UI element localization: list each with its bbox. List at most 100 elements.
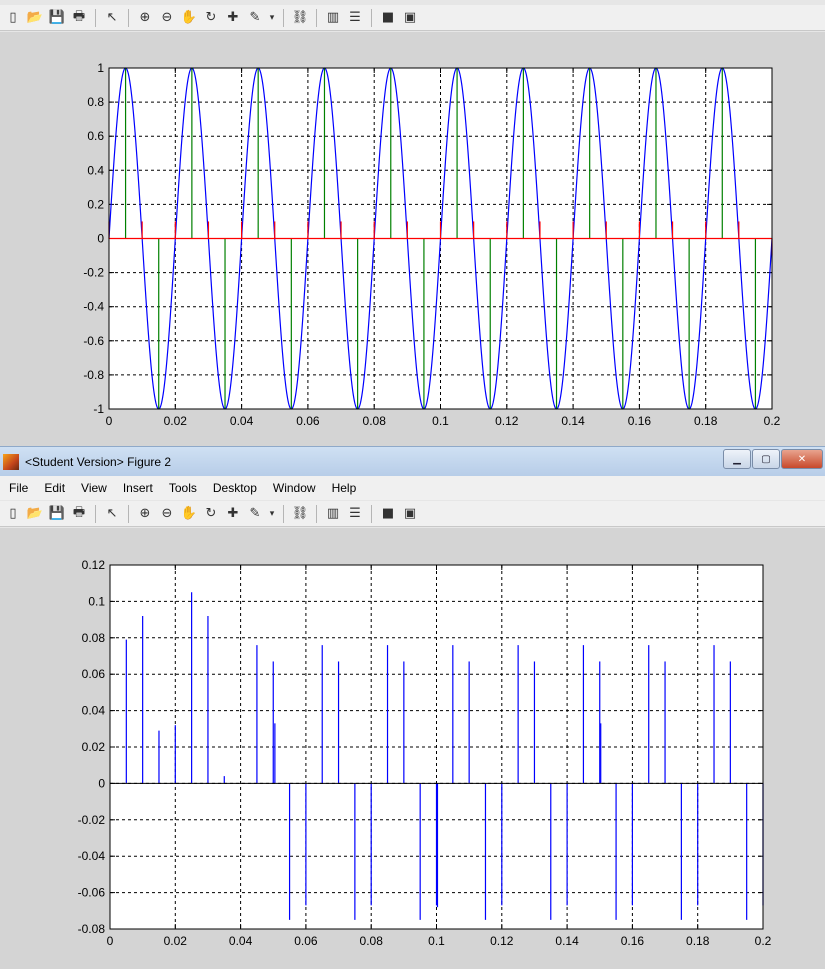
toolbar-separator [283,8,284,27]
pan-hand-icon[interactable]: ✋ [179,8,199,28]
figure2-toolbar: ▯ 📂 💾 🖶 ↖ ⊕ ⊖ ✋ ↻ ✚ ✎ ▾ ⛓ ▥ ☰ ■ ▣ [0,501,825,527]
menu-file[interactable]: File [0,481,36,495]
zoom-out-icon[interactable]: ⊖ [157,504,177,524]
brush-dropdown-icon[interactable]: ▾ [267,8,277,28]
toolbar-separator [128,504,129,523]
open-file-icon[interactable]: 📂 [25,504,45,524]
menu-edit[interactable]: Edit [36,481,73,495]
y-tick-label: 0.8 [87,95,104,109]
brush-icon[interactable]: ✎ [245,8,265,28]
x-tick-label: 0.06 [296,414,320,428]
hide-plot-tools-icon[interactable]: ■ [378,8,398,28]
x-tick-label: 0.08 [360,934,384,948]
pan-hand-icon[interactable]: ✋ [179,504,199,524]
insert-colorbar-icon[interactable]: ▥ [323,8,343,28]
x-tick-label: 0 [107,934,114,948]
open-file-icon[interactable]: 📂 [25,8,45,28]
x-tick-label: 0.1 [428,934,445,948]
x-tick-label: 0.04 [229,934,253,948]
toolbar-separator [316,504,317,523]
y-tick-label: -0.06 [78,886,106,900]
y-tick-label: 0.12 [82,558,106,572]
figure1-toolbar: ▯ 📂 💾 🖶 ↖ ⊕ ⊖ ✋ ↻ ✚ ✎ ▾ ⛓ ▥ ☰ ■ ▣ [0,5,825,31]
insert-legend-icon[interactable]: ☰ [345,8,365,28]
x-tick-label: 0.04 [230,414,254,428]
toolbar-separator [283,504,284,523]
brush-icon[interactable]: ✎ [245,504,265,524]
x-tick-label: 0.12 [490,934,514,948]
x-tick-label: 0.16 [621,934,645,948]
menu-desktop[interactable]: Desktop [205,481,265,495]
x-tick-label: 0.18 [694,414,718,428]
rotate-3d-icon[interactable]: ↻ [201,8,221,28]
zoom-in-icon[interactable]: ⊕ [135,8,155,28]
figure1-plot-area: 0 0.02 0.04 0.06 0.08 0.1 0.12 0.14 0.16 0.18 0.2 1… [0,32,825,446]
y-tick-label: -1 [93,402,104,416]
print-icon[interactable]: 🖶 [69,8,89,28]
x-tick-label: 0.2 [764,414,781,428]
close-button[interactable]: ✕ [781,449,823,469]
print-icon[interactable]: 🖶 [69,504,89,524]
zoom-out-icon[interactable]: ⊖ [157,8,177,28]
save-icon[interactable]: 💾 [47,8,67,28]
toolbar-separator [128,8,129,27]
y-tick-label: 0.06 [82,667,106,681]
menu-window[interactable]: Window [265,481,324,495]
matlab-logo-icon [3,453,19,470]
new-figure-icon[interactable]: ▯ [3,504,23,524]
link-plot-icon[interactable]: ⛓ [290,504,310,524]
minimize-button[interactable]: ▁ [723,449,751,469]
rotate-3d-icon[interactable]: ↻ [201,504,221,524]
y-tick-label: -0.2 [83,266,104,280]
y-tick-label: 0.2 [87,197,104,211]
edit-plot-arrow-icon[interactable]: ↖ [102,8,122,28]
hide-plot-tools-icon[interactable]: ■ [378,504,398,524]
menu-view[interactable]: View [73,481,115,495]
show-plot-tools-icon[interactable]: ▣ [400,8,420,28]
y-tick-label: 0 [98,776,105,790]
toolbar-separator [371,8,372,27]
brush-dropdown-icon[interactable]: ▾ [267,504,277,524]
y-tick-label: 0.08 [82,631,106,645]
insert-colorbar-icon[interactable]: ▥ [323,504,343,524]
x-tick-label: 0.16 [628,414,652,428]
x-tick-label: 0.12 [495,414,519,428]
maximize-button[interactable]: ▢ [752,449,780,469]
menu-tools[interactable]: Tools [161,481,205,495]
link-plot-icon[interactable]: ⛓ [290,8,310,28]
x-tick-label: 0.02 [164,934,188,948]
menu-help[interactable]: Help [324,481,365,495]
x-tick-label: 0.18 [686,934,710,948]
x-tick-label: 0.08 [363,414,387,428]
y-tick-label: -0.08 [78,922,106,936]
toolbar-separator [316,8,317,27]
y-tick-label: 0.02 [82,740,106,754]
x-tick-label: 0.14 [555,934,579,948]
x-tick-label: 0.2 [755,934,772,948]
toolbar-separator [95,8,96,27]
y-tick-label: 0 [97,232,104,246]
menu-insert[interactable]: Insert [115,481,161,495]
x-tick-label: 0.02 [164,414,188,428]
save-icon[interactable]: 💾 [47,504,67,524]
y-tick-label: -0.04 [78,849,106,863]
y-tick-label: 1 [97,61,104,75]
figure2-plot-area: 0 0.02 0.04 0.06 0.08 0.1 0.12 0.14 0.16 0.18 0.2 0… [0,528,825,969]
y-tick-label: -0.6 [83,334,104,348]
figure2-menu-bar: File Edit View Insert Tools Desktop Window Help [0,476,825,500]
figure1-axes[interactable]: 0 0.02 0.04 0.06 0.08 0.1 0.12 0.14 0.16 0.18 0.2 1… [0,32,825,446]
x-tick-label: 0 [106,414,113,428]
figure2-title-bar[interactable]: <Student Version> Figure 2 ▁ ▢ ✕ [0,446,825,476]
window-title: <Student Version> Figure 2 [25,454,172,469]
toolbar-separator [95,504,96,523]
y-tick-label: -0.8 [83,368,104,382]
insert-legend-icon[interactable]: ☰ [345,504,365,524]
show-plot-tools-icon[interactable]: ▣ [400,504,420,524]
figure2-axes[interactable]: 0 0.02 0.04 0.06 0.08 0.1 0.12 0.14 0.16 0.18 0.2 0… [0,528,825,969]
data-cursor-icon[interactable]: ✚ [223,8,243,28]
y-tick-label: -0.4 [83,300,104,314]
edit-plot-arrow-icon[interactable]: ↖ [102,504,122,524]
new-figure-icon[interactable]: ▯ [3,8,23,28]
zoom-in-icon[interactable]: ⊕ [135,504,155,524]
data-cursor-icon[interactable]: ✚ [223,504,243,524]
